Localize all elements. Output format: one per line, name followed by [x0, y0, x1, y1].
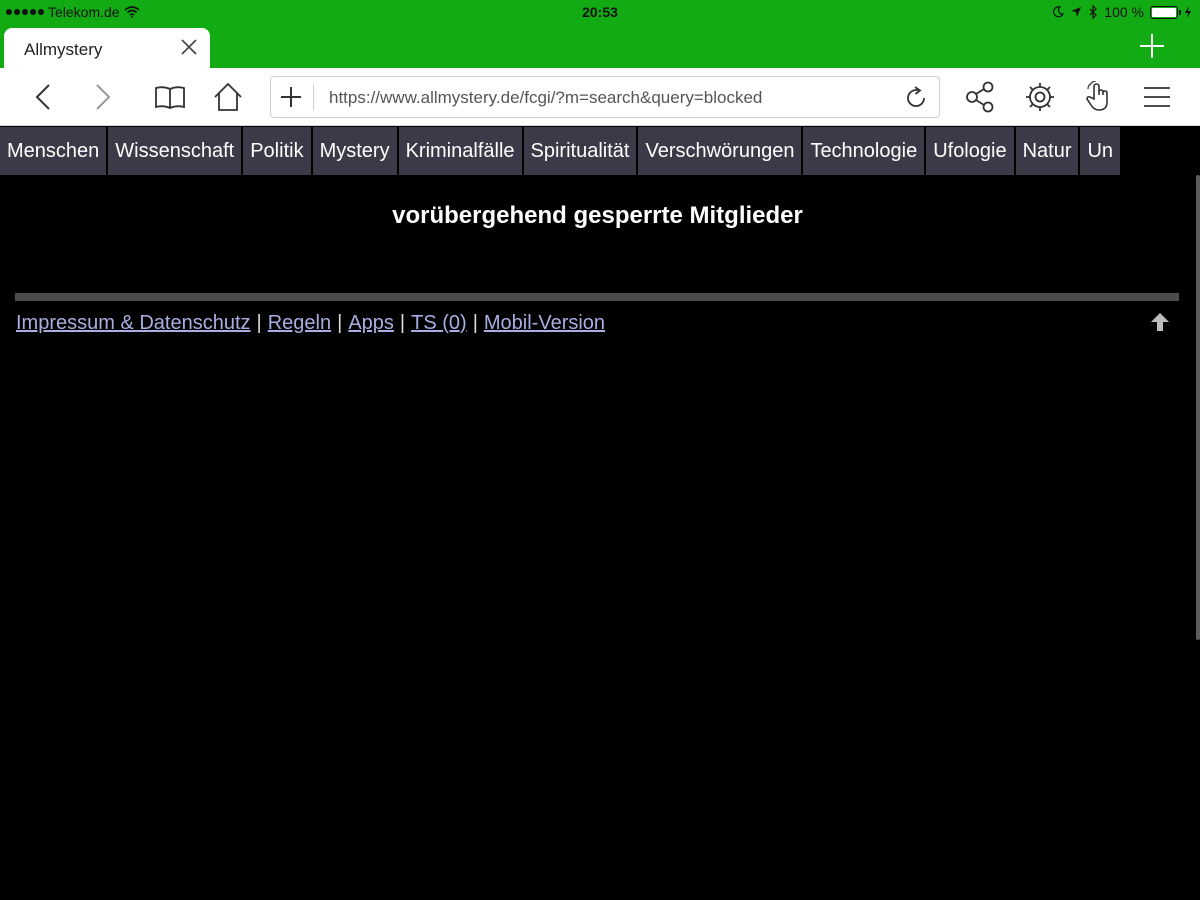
address-bar[interactable]: https://www.allmystery.de/fcgi/?m=search… [270, 76, 940, 118]
category-nav: Menschen Wissenschaft Politik Mystery Krimin… [0, 127, 1200, 175]
nav-item-kriminalfälle[interactable]: Kriminalfälle [398, 127, 522, 175]
nav-item-politik[interactable]: Politik [243, 127, 311, 175]
footer-link-apps[interactable]: Apps [348, 312, 394, 334]
nav-item-mystery[interactable]: Mystery [312, 127, 397, 175]
gear-icon[interactable] [1024, 81, 1056, 113]
battery-percent: 100 % [1104, 4, 1144, 20]
nav-item-natur[interactable]: Natur [1015, 127, 1079, 175]
footer-links: Impressum & Datenschutz | Regeln | Apps | TS (… [16, 312, 605, 335]
chevron-right-icon[interactable] [86, 81, 118, 113]
moon-icon [1053, 6, 1065, 18]
page-title: vorübergehend gesperrte Mitglieder [392, 202, 803, 229]
tab-bar: Allmystery [0, 24, 1200, 68]
scrollbar[interactable] [1196, 175, 1200, 640]
footer-link-impressum-datenschutz[interactable]: Impressum & Datenschutz [16, 312, 251, 334]
nav-item-un[interactable]: Un [1080, 127, 1121, 175]
hamburger-icon[interactable] [1141, 81, 1173, 113]
nav-item-verschwörungen[interactable]: Verschwörungen [638, 127, 802, 175]
divider [15, 293, 1179, 301]
home-icon[interactable] [212, 81, 244, 113]
link-separator: | [337, 312, 343, 334]
chevron-left-icon[interactable] [28, 81, 60, 113]
battery-icon [1150, 5, 1181, 19]
browser-tab[interactable]: Allmystery [4, 28, 210, 68]
link-separator: | [472, 312, 478, 334]
tab-title: Allmystery [24, 40, 103, 59]
nav-item-spiritualität[interactable]: Spiritualität [523, 127, 637, 175]
nav-item-menschen[interactable]: Menschen [0, 127, 107, 175]
reload-icon[interactable] [903, 85, 929, 111]
new-tab-plus-icon[interactable] [1138, 32, 1166, 60]
location-arrow-icon [1071, 7, 1082, 17]
footer-link-ts-0[interactable]: TS (0) [411, 312, 467, 334]
url-text[interactable]: https://www.allmystery.de/fcgi/?m=search… [329, 88, 762, 108]
close-icon[interactable] [178, 36, 200, 58]
link-separator: | [256, 312, 262, 334]
add-bookmark-plus-icon[interactable] [279, 85, 303, 109]
link-separator: | [399, 312, 406, 334]
footer-link-regeln[interactable]: Regeln [268, 312, 331, 334]
battery-level [1152, 7, 1176, 17]
clock: 20:53 [582, 4, 618, 20]
nav-item-wissenschaft[interactable]: Wissenschaft [108, 127, 242, 175]
share-icon[interactable] [964, 81, 996, 113]
address-separator [313, 84, 314, 110]
footer-link-mobil-version[interactable]: Mobil-Version [484, 312, 605, 334]
status-right: 100 % [1052, 4, 1192, 20]
hand-pointer-icon[interactable] [1082, 81, 1114, 113]
charging-icon [1185, 6, 1191, 18]
arrow-up-icon[interactable] [1150, 312, 1170, 332]
book-icon[interactable] [154, 81, 186, 113]
nav-item-ufologie[interactable]: Ufologie [926, 127, 1014, 175]
nav-item-technologie[interactable]: Technologie [803, 127, 925, 175]
browser-toolbar: https://www.allmystery.de/fcgi/?m=search… [0, 68, 1200, 126]
status-bar: Telekom.de 20:53 100 % [0, 0, 1200, 24]
bluetooth-icon [1089, 5, 1098, 19]
